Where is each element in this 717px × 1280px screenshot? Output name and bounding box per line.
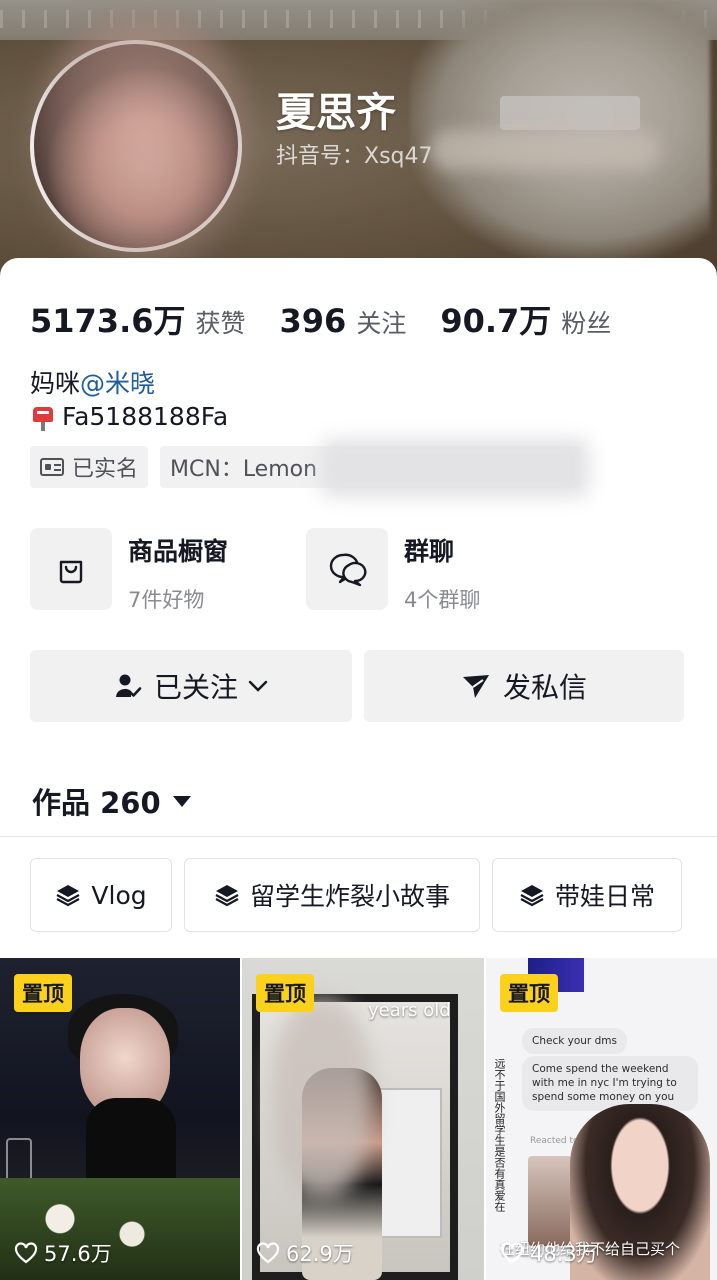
video-side-text: 远不于国外留学生是否有真爱在 <box>493 1058 506 1212</box>
profile-sheet: 5173.6万 获赞 396 关注 90.7万 粉丝 妈咪@米晓 Fa51881… <box>0 258 717 1280</box>
mcn-label: MCN：Lemon <box>170 457 318 482</box>
user-check-icon <box>114 672 142 700</box>
id-card-icon <box>40 458 64 476</box>
stat-likes-value: 5173.6万 <box>30 302 186 340</box>
stat-following-label: 关注 <box>356 309 407 338</box>
group-title: 群聊 <box>404 537 455 566</box>
shop-subtitle: 7件好物 <box>128 588 205 612</box>
collection-label: 留学生炸裂小故事 <box>249 882 450 911</box>
video-likes: 57.6万 <box>14 1238 112 1268</box>
chevron-down-icon <box>248 679 268 693</box>
chat-bubbles-icon <box>329 553 367 587</box>
stat-following[interactable]: 396 关注 <box>280 302 407 340</box>
shop-title: 商品橱窗 <box>128 537 229 566</box>
group-chat-entry[interactable]: 群聊 4个群聊 <box>306 528 480 614</box>
collection-study-abroad[interactable]: 留学生炸裂小故事 <box>184 858 480 932</box>
paper-plane-icon <box>461 672 491 700</box>
group-icon-box <box>306 528 388 610</box>
layers-icon <box>55 883 81 907</box>
stat-likes-label: 获赞 <box>195 309 246 338</box>
video-likes-count: 48.3万 <box>530 1242 598 1266</box>
shop-icon-box <box>30 528 112 610</box>
stat-followers-label: 粉丝 <box>561 309 612 338</box>
following-button[interactable]: 已关注 <box>30 650 352 722</box>
collections-row: Vlog 留学生炸裂小故事 带娃日常 <box>30 858 694 932</box>
verified-label: 已实名 <box>72 457 139 482</box>
douyin-id-blur <box>430 130 660 170</box>
heart-icon <box>256 1242 280 1264</box>
chat-bubble-2: Come spend the weekend with me in nyc I'… <box>522 1056 698 1111</box>
video-thumb-1[interactable]: 置顶 57.6万 <box>0 958 240 1280</box>
bio-mention-link[interactable]: @米晓 <box>80 369 155 398</box>
pinned-badge: 置顶 <box>256 974 314 1012</box>
works-count: 作品 260 <box>32 786 161 820</box>
shopping-bag-icon <box>59 560 83 584</box>
video-overlay-text: years old <box>368 1000 451 1021</box>
video-likes: 48.3万 <box>500 1238 598 1268</box>
profile-name: 夏思齐 <box>276 90 396 136</box>
bio-contact: Fa5188188Fa <box>62 402 229 431</box>
shop-window-entry[interactable]: 商品橱窗 7件好物 <box>30 528 228 614</box>
following-label: 已关注 <box>153 671 238 704</box>
video-likes-count: 57.6万 <box>44 1242 112 1266</box>
heart-icon <box>14 1242 38 1264</box>
video-likes-count: 62.9万 <box>286 1242 354 1266</box>
avatar-blur <box>28 10 258 280</box>
divider <box>0 836 717 837</box>
caret-down-icon <box>172 795 191 807</box>
layers-icon <box>214 883 240 907</box>
bio-prefix: 妈咪 <box>30 369 81 398</box>
collection-label: Vlog <box>91 880 147 910</box>
mcn-blur <box>320 438 590 498</box>
pinned-badge: 置顶 <box>500 974 558 1012</box>
send-message-label: 发私信 <box>502 671 587 704</box>
collection-parenting[interactable]: 带娃日常 <box>492 858 682 932</box>
bio-line-1: 妈咪@米晓 <box>30 364 155 400</box>
bio-line-2: Fa5188188Fa <box>30 402 228 431</box>
stat-likes[interactable]: 5173.6万 获赞 <box>30 296 246 342</box>
works-tab[interactable]: 作品 260 <box>32 780 191 822</box>
stat-followers[interactable]: 90.7万 粉丝 <box>440 296 611 342</box>
stat-following-value: 396 <box>279 302 347 340</box>
pinned-badge: 置顶 <box>14 974 72 1012</box>
video-thumb-3[interactable]: 远不于国外留学生是否有真爱在 Check your dms Come spend… <box>486 958 717 1280</box>
video-thumb-2[interactable]: years old 置顶 62.9万 <box>242 958 484 1280</box>
send-message-button[interactable]: 发私信 <box>364 650 684 722</box>
collection-vlog[interactable]: Vlog <box>30 858 172 932</box>
collection-label: 带娃日常 <box>554 882 655 911</box>
layers-icon <box>519 883 545 907</box>
video-grid: 置顶 57.6万 years old 置顶 62.9万 远不于国外留学生是否有真… <box>0 958 717 1280</box>
stats-row: 5173.6万 获赞 396 关注 90.7万 粉丝 <box>30 296 645 342</box>
douyin-id: 抖音号：Xsq47 <box>276 144 433 169</box>
mailbox-icon <box>30 403 56 431</box>
heart-icon <box>500 1242 524 1264</box>
chat-bubble-1: Check your dms <box>522 1028 627 1055</box>
video-likes: 62.9万 <box>256 1238 354 1268</box>
group-subtitle: 4个群聊 <box>404 588 481 612</box>
verified-chip[interactable]: 已实名 <box>30 446 149 488</box>
stat-followers-value: 90.7万 <box>440 302 552 340</box>
